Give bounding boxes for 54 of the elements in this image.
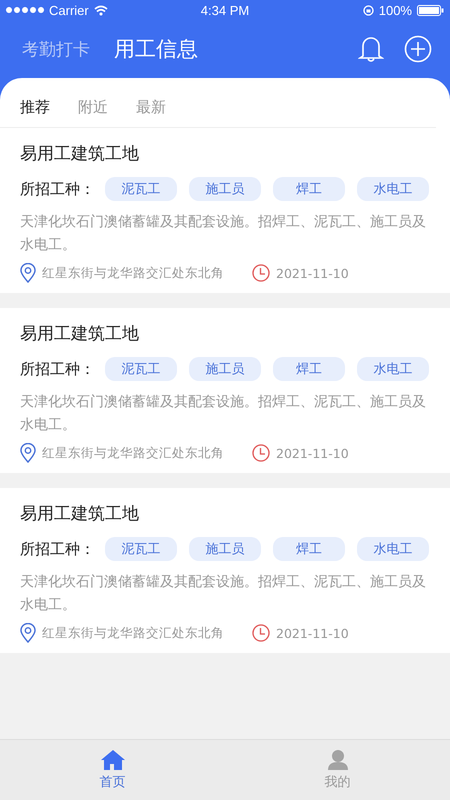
- nav-tab[interactable]: 首页: [0, 740, 225, 800]
- job-title: 易用工建筑工地: [20, 323, 140, 345]
- job-description: 天津化坎石门澳储蓄罐及其配套设施。招焊工、泥瓦工、施工员及水电工。: [20, 393, 427, 435]
- job-date: 2021-11-10: [276, 266, 349, 280]
- clock-icon: [252, 444, 270, 462]
- job-card[interactable]: 易用工建筑工地 所招工种： 泥瓦工 施工员 焊工 水电工 天津化坎石门澳储蓄罐及其配套设施。招焊工、泥瓦工、施工员及水电工。 红星东街与龙华路交汇处东北角 2021-11-10: [0, 128, 450, 293]
- trades-label: 所招工种：: [20, 180, 95, 198]
- trades-label: 所招工种：: [20, 360, 95, 378]
- job-address: 红星东街与龙华路交汇处东北角: [42, 444, 224, 462]
- home-icon: [100, 749, 126, 771]
- trade-tag: 焊工: [273, 537, 345, 561]
- trade-tag: 泥瓦工: [105, 537, 177, 561]
- filter-tab[interactable]: 最新: [136, 98, 166, 117]
- battery-icon: [416, 4, 444, 16]
- job-address: 红星东街与龙华路交汇处东北角: [42, 264, 224, 282]
- clock: 4:34 PM: [200, 2, 250, 18]
- job-date: 2021-11-10: [276, 626, 349, 640]
- trade-tag: 水电工: [357, 177, 429, 201]
- location-pin-icon: [20, 443, 36, 463]
- signal-icon: [6, 7, 44, 13]
- wifi-icon: [94, 4, 108, 16]
- attendance-tab[interactable]: 考勤打卡: [22, 38, 90, 60]
- person-icon: [326, 749, 348, 771]
- trades-label: 所招工种：: [20, 540, 95, 558]
- trade-tag: 施工员: [189, 177, 261, 201]
- filter-tab[interactable]: 附近: [78, 98, 108, 117]
- add-icon[interactable]: [404, 35, 432, 63]
- job-card[interactable]: 易用工建筑工地 所招工种： 泥瓦工 施工员 焊工 水电工 天津化坎石门澳储蓄罐及其配套设施。招焊工、泥瓦工、施工员及水电工。 红星东街与龙华路交汇处东北角 2021-11-10: [0, 488, 450, 653]
- job-description: 天津化坎石门澳储蓄罐及其配套设施。招焊工、泥瓦工、施工员及水电工。: [20, 573, 427, 615]
- job-description: 天津化坎石门澳储蓄罐及其配套设施。招焊工、泥瓦工、施工员及水电工。: [20, 213, 427, 255]
- filter-tab[interactable]: 推荐: [20, 98, 50, 117]
- trade-tag: 焊工: [273, 357, 345, 381]
- location-pin-icon: [20, 263, 36, 283]
- rotation-lock-icon: [362, 4, 374, 16]
- carrier-label: Carrier: [49, 2, 89, 18]
- page-title: 用工信息: [114, 36, 199, 63]
- job-address: 红星东街与龙华路交汇处东北角: [42, 624, 224, 642]
- job-title: 易用工建筑工地: [20, 503, 140, 525]
- job-card[interactable]: 易用工建筑工地 所招工种： 泥瓦工 施工员 焊工 水电工 天津化坎石门澳储蓄罐及其配套设施。招焊工、泥瓦工、施工员及水电工。 红星东街与龙华路交汇处东北角 2021-11-10: [0, 308, 450, 473]
- trade-tag: 水电工: [357, 537, 429, 561]
- job-date: 2021-11-10: [276, 446, 349, 460]
- battery-percent: 100%: [378, 2, 412, 18]
- bell-icon[interactable]: [358, 35, 384, 63]
- trade-tag: 泥瓦工: [105, 177, 177, 201]
- trade-tag: 施工员: [189, 537, 261, 561]
- location-pin-icon: [20, 623, 36, 643]
- trade-tag: 水电工: [357, 357, 429, 381]
- trade-tag: 焊工: [273, 177, 345, 201]
- trade-tag: 泥瓦工: [105, 357, 177, 381]
- nav-tab[interactable]: 我的: [225, 740, 450, 800]
- clock-icon: [252, 264, 270, 282]
- trade-tag: 施工员: [189, 357, 261, 381]
- clock-icon: [252, 624, 270, 642]
- job-title: 易用工建筑工地: [20, 143, 140, 165]
